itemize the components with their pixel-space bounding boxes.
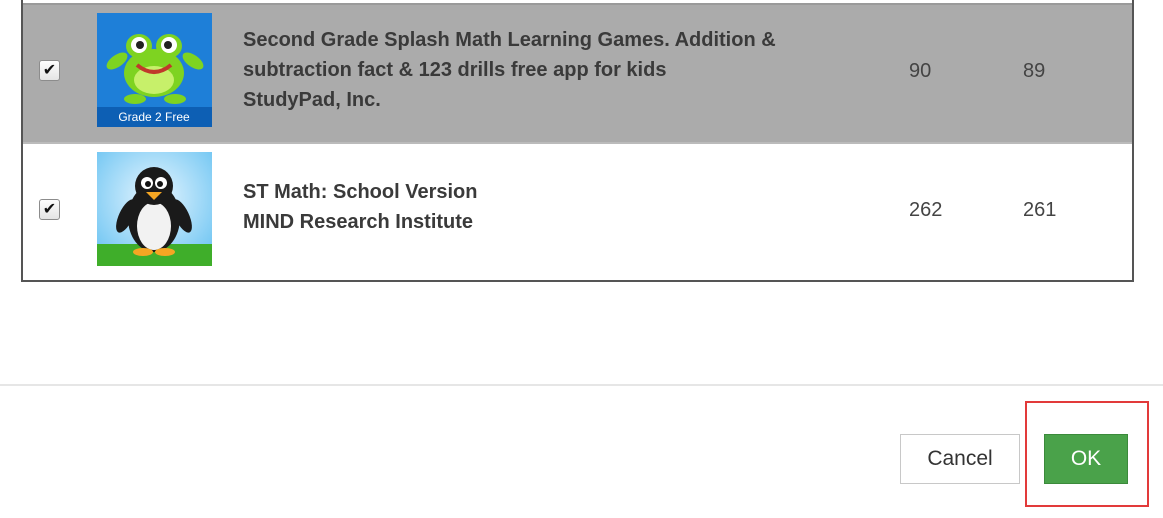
table-row[interactable]: ✔ ST Math: School Version MIND Research … — [23, 142, 1132, 280]
apps-table: ✔ Grade 2 Free Second Grade Splash Math … — [21, 0, 1134, 282]
row-checkbox[interactable]: ✔ — [39, 199, 60, 220]
app-name-line2: subtraction fact & 123 drills free app f… — [243, 59, 667, 81]
value-a: 262 — [909, 199, 943, 221]
frog-grade2-app-icon: Grade 2 Free — [97, 13, 212, 127]
checkmark-icon: ✔ — [42, 200, 57, 218]
app-developer: StudyPad, Inc. — [243, 89, 381, 111]
app-developer: MIND Research Institute — [243, 211, 474, 233]
row-checkbox[interactable]: ✔ — [39, 60, 60, 81]
value-b: 89 — [1023, 60, 1046, 82]
value-a: 90 — [909, 60, 932, 82]
app-name-line1: ST Math: School Version — [243, 181, 478, 203]
app-title: ST Math: School Version MIND Research In… — [243, 177, 863, 237]
app-name-line1: Second Grade Splash Math Learning Games.… — [243, 29, 776, 51]
penguin-app-icon — [97, 152, 212, 266]
ok-button[interactable]: OK — [1044, 434, 1128, 484]
icon-caption: Grade 2 Free — [118, 110, 190, 124]
cancel-button[interactable]: Cancel — [900, 434, 1020, 484]
app-title: Second Grade Splash Math Learning Games.… — [243, 25, 863, 115]
footer-divider — [0, 384, 1163, 386]
checkmark-icon: ✔ — [42, 61, 57, 79]
value-b: 261 — [1023, 199, 1057, 221]
table-row[interactable]: ✔ Grade 2 Free Second Grade Splash Math … — [23, 3, 1132, 142]
